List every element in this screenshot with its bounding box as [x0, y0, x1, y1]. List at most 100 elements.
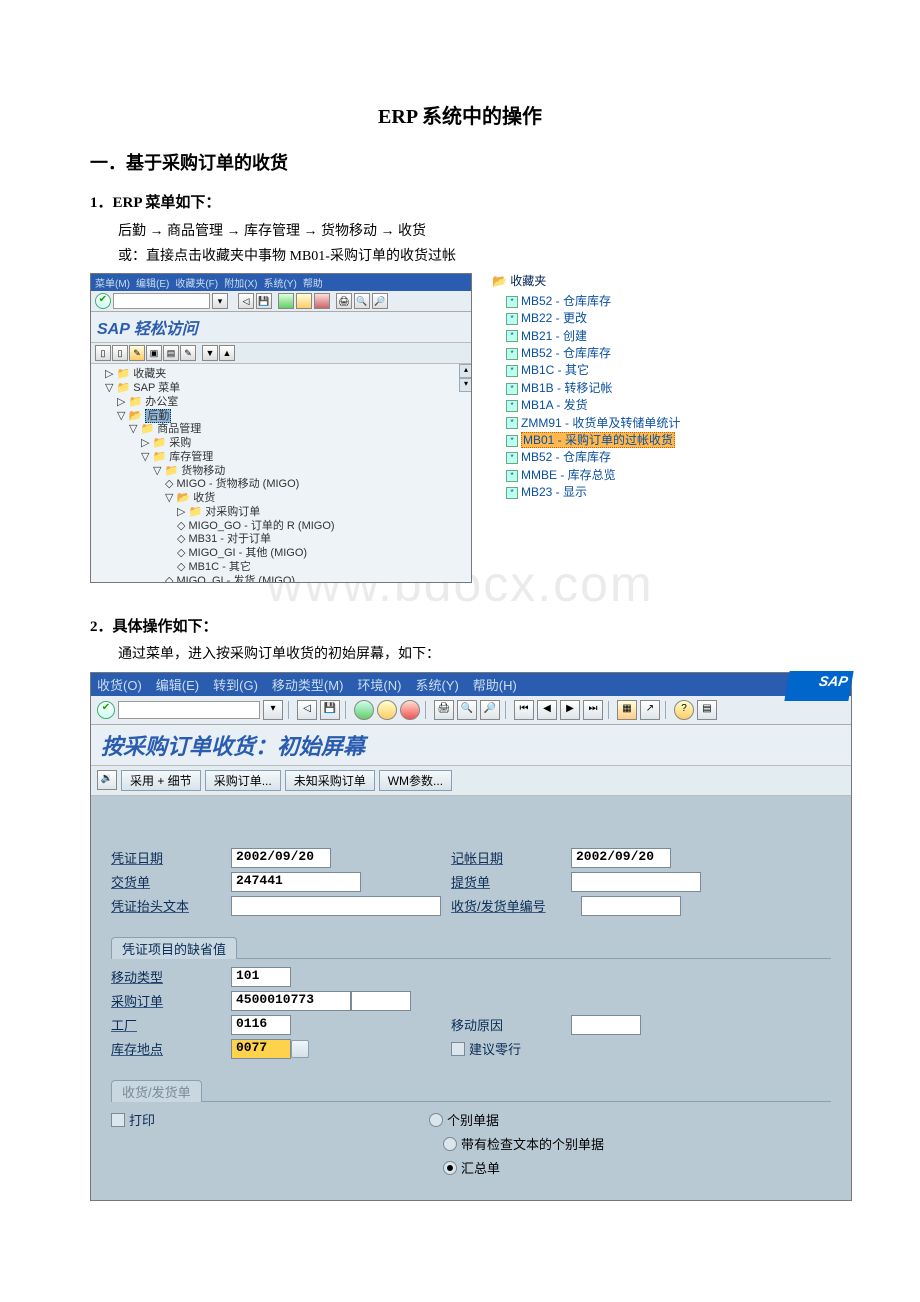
- slip-no-input[interactable]: [581, 896, 681, 916]
- favorite-item[interactable]: *MB52 - 仓库库存: [492, 449, 722, 466]
- ok-icon[interactable]: ✔: [97, 701, 115, 719]
- favorite-item[interactable]: *MB01 - 采购订单的过帐收货: [492, 432, 722, 449]
- save-icon[interactable]: 💾: [320, 700, 340, 720]
- nav-path-alt: 或：直接点击收藏夹中事物 MB01-采购订单的收货过帐: [118, 249, 456, 264]
- command-field[interactable]: [113, 293, 210, 309]
- prev-page-icon[interactable]: ◀: [537, 700, 557, 720]
- slip-radio-individual[interactable]: [429, 1113, 443, 1127]
- tool-icon[interactable]: ▤: [163, 345, 179, 361]
- scrollbar[interactable]: ▴ ▾: [459, 364, 471, 392]
- tool-icon[interactable]: ✎: [180, 345, 196, 361]
- cancel-icon[interactable]: [400, 700, 420, 720]
- tree-node[interactable]: ◇ MIGO - 货物移动 (MIGO): [95, 478, 469, 492]
- tree-node[interactable]: ▽ 📁 货物移动: [95, 465, 469, 479]
- sap-logo: SAP: [784, 671, 853, 701]
- favorite-item[interactable]: *MB23 - 显示: [492, 484, 722, 501]
- exit-icon[interactable]: [377, 700, 397, 720]
- tree-node[interactable]: ◇ MIGO_GO - 订单的 R (MIGO): [95, 520, 469, 534]
- dropdown-icon[interactable]: ▾: [212, 293, 228, 309]
- tree-node[interactable]: ▽ 📁 商品管理: [95, 423, 469, 437]
- ok-icon[interactable]: ✔: [95, 293, 111, 309]
- enter-icon[interactable]: [354, 700, 374, 720]
- favorite-item[interactable]: *MB1A - 发货: [492, 397, 722, 414]
- reason-input[interactable]: [571, 1015, 641, 1035]
- enter-icon[interactable]: [278, 293, 294, 309]
- tree-node[interactable]: ▷ 📁 收藏夹: [95, 368, 469, 382]
- menu-bar[interactable]: 收货(O) 编辑(E) 转到(G) 移动类型(M) 环境(N) 系统(Y) 帮助…: [91, 673, 851, 696]
- back-icon[interactable]: ◁: [297, 700, 317, 720]
- expand-icon[interactable]: ▲: [219, 345, 235, 361]
- scroll-down-icon[interactable]: ▾: [459, 378, 471, 392]
- last-page-icon[interactable]: ⏭: [583, 700, 603, 720]
- menu-bar[interactable]: 菜单(M) 编辑(E) 收藏夹(F) 附加(X) 系统(Y) 帮助: [91, 274, 471, 291]
- tree-node[interactable]: ▷ 📁 采购: [95, 437, 469, 451]
- dropdown-icon[interactable]: ▾: [263, 700, 283, 720]
- find-next-icon[interactable]: 🔎: [372, 293, 388, 309]
- delivery-input[interactable]: 247441: [231, 872, 361, 892]
- favorite-item[interactable]: *MB21 - 创建: [492, 328, 722, 345]
- local-layout-icon[interactable]: ▤: [697, 700, 717, 720]
- po-input[interactable]: 4500010773: [231, 991, 351, 1011]
- suggest-zero-checkbox[interactable]: [451, 1042, 465, 1056]
- tree-node[interactable]: ▷ 📁 对采购订单: [95, 506, 469, 520]
- favorite-item[interactable]: *MB1C - 其它: [492, 362, 722, 379]
- favorite-item[interactable]: *MB52 - 仓库库存: [492, 293, 722, 310]
- tool-icon[interactable]: ▯: [112, 345, 128, 361]
- tool-icon[interactable]: ✎: [129, 345, 145, 361]
- favorite-item[interactable]: *MB52 - 仓库库存: [492, 345, 722, 362]
- nav-tree[interactable]: ▴ ▾ ▷ 📁 收藏夹▽ 📁 SAP 菜单▷ 📁 办公室▽ 📂 后勤▽ 📁 商品…: [91, 364, 471, 582]
- cancel-icon[interactable]: [314, 293, 330, 309]
- find-icon[interactable]: 🔍: [354, 293, 370, 309]
- favorite-item[interactable]: *MMBE - 库存总览: [492, 467, 722, 484]
- layout-icon[interactable]: ▦: [617, 700, 637, 720]
- tree-node[interactable]: ◇ MB1C - 其它: [95, 561, 469, 575]
- back-icon[interactable]: ◁: [238, 293, 254, 309]
- value-help-icon[interactable]: [291, 1040, 309, 1058]
- bill-input[interactable]: [571, 872, 701, 892]
- save-icon[interactable]: 💾: [256, 293, 272, 309]
- wm-param-button[interactable]: WM参数...: [379, 770, 452, 791]
- exit-icon[interactable]: [296, 293, 312, 309]
- po-item-input[interactable]: [351, 991, 411, 1011]
- tree-node[interactable]: ▽ 📁 SAP 菜单: [95, 382, 469, 396]
- next-page-icon[interactable]: ▶: [560, 700, 580, 720]
- tool-icon[interactable]: ▣: [146, 345, 162, 361]
- favorite-item[interactable]: *MB1B - 转移记帐: [492, 380, 722, 397]
- tree-node[interactable]: ◇ MIGO_GI - 发货 (MIGO): [95, 575, 469, 583]
- print-checkbox[interactable]: [111, 1113, 125, 1127]
- speaker-icon[interactable]: 🔉: [97, 770, 117, 790]
- tree-node[interactable]: ◇ MB31 - 对于订单: [95, 533, 469, 547]
- plant-input[interactable]: 0116: [231, 1015, 291, 1035]
- command-field[interactable]: [118, 701, 260, 719]
- adopt-detail-button[interactable]: 采用 + 细节: [121, 770, 201, 791]
- step-1-title: 1．ERP 菜单如下：: [90, 191, 830, 212]
- tree-node[interactable]: ▷ 📁 办公室: [95, 396, 469, 410]
- print-icon[interactable]: 🖨: [336, 293, 352, 309]
- mvt-type-input[interactable]: 101: [231, 967, 291, 987]
- doc-date-input[interactable]: 2002/09/20: [231, 848, 331, 868]
- slip-radio-collective[interactable]: [443, 1161, 457, 1175]
- sloc-input[interactable]: 0077: [231, 1039, 291, 1059]
- collapse-icon[interactable]: ▼: [202, 345, 218, 361]
- scroll-up-icon[interactable]: ▴: [459, 364, 471, 378]
- unknown-po-button[interactable]: 未知采购订单: [285, 770, 375, 791]
- find-icon[interactable]: 🔍: [457, 700, 477, 720]
- post-date-input[interactable]: 2002/09/20: [571, 848, 671, 868]
- tree-node[interactable]: ▽ 📂 收货: [95, 492, 469, 506]
- favorite-item[interactable]: *MB22 - 更改: [492, 310, 722, 327]
- header-text-input[interactable]: [231, 896, 441, 916]
- first-page-icon[interactable]: ⏮: [514, 700, 534, 720]
- tree-node[interactable]: ◇ MIGO_GI - 其他 (MIGO): [95, 547, 469, 561]
- app-toolbar[interactable]: ▯ ▯ ✎ ▣ ▤ ✎ ▼ ▲: [91, 343, 471, 364]
- tree-node[interactable]: ▽ 📁 库存管理: [95, 451, 469, 465]
- shortcut-icon[interactable]: ↗: [640, 700, 660, 720]
- find-next-icon[interactable]: 🔎: [480, 700, 500, 720]
- print-icon[interactable]: 🖨: [434, 700, 454, 720]
- favorite-item[interactable]: *ZMM91 - 收货单及转储单统计: [492, 415, 722, 432]
- tool-icon[interactable]: ▯: [95, 345, 111, 361]
- tree-node[interactable]: ▽ 📂 后勤: [95, 410, 469, 424]
- purchase-order-button[interactable]: 采购订单...: [205, 770, 281, 791]
- po-label: 采购订单: [111, 991, 231, 1010]
- slip-radio-inspect[interactable]: [443, 1137, 457, 1151]
- help-icon[interactable]: ?: [674, 700, 694, 720]
